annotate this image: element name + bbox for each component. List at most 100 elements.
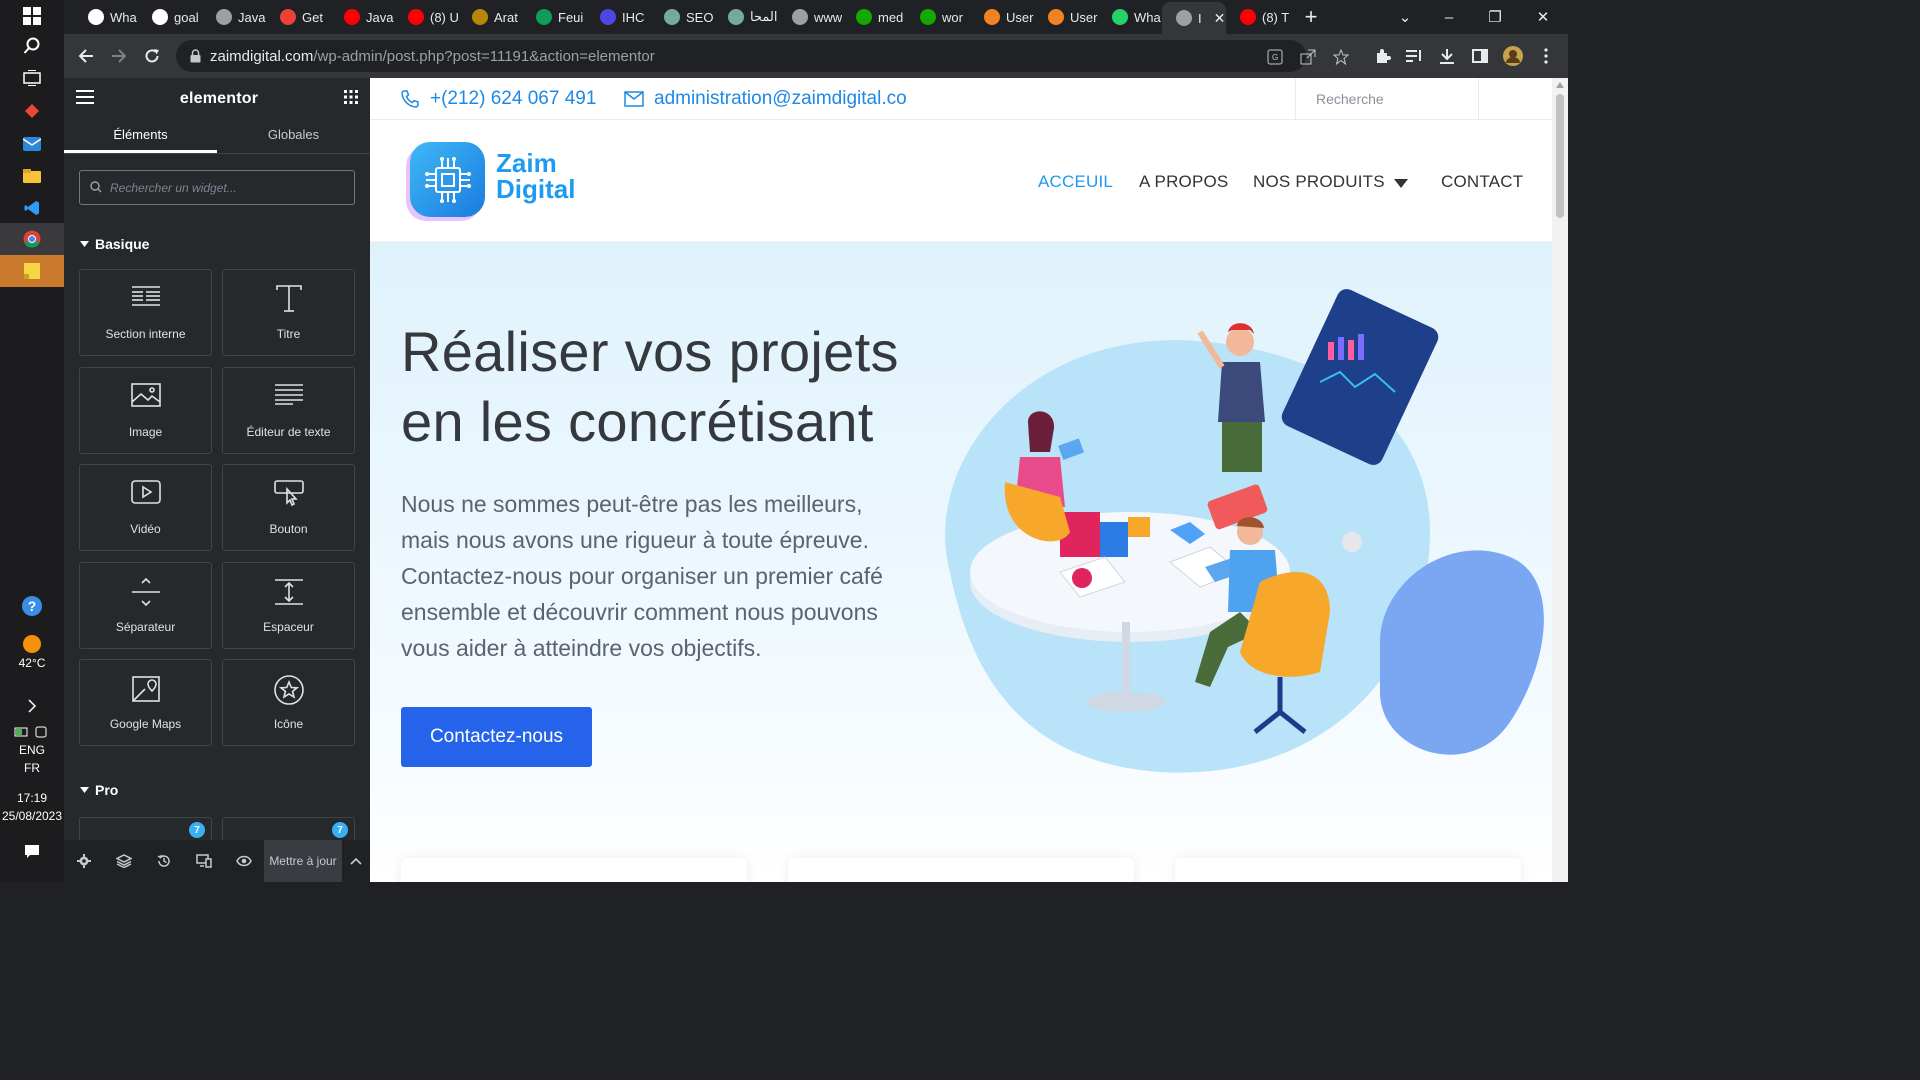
widget-icon[interactable]: Icône [222,659,355,746]
nav-contact[interactable]: CONTACT [1441,172,1523,192]
side-panel-icon[interactable] [1468,44,1492,68]
new-tab-icon[interactable]: + [1294,0,1328,34]
widget-inner-section[interactable]: Section interne [79,269,212,356]
browser-tab[interactable]: (8) U [394,4,458,30]
browser-tab[interactable]: SEO [650,4,714,30]
widget-text-editor[interactable]: Éditeur de texte [222,367,355,454]
phone-contact[interactable]: +(212) 624 067 491 [400,88,596,110]
tab-globals[interactable]: Globales [217,120,370,153]
tab-elements[interactable]: Éléments [64,120,217,153]
help-icon[interactable]: ? [0,590,64,622]
address-bar[interactable]: zaimdigital.com/wp-admin/post.php?post=1… [176,40,1349,72]
settings-gear-icon[interactable] [64,840,104,882]
circuit-chip-icon [424,156,471,203]
sticky-notes-icon[interactable] [0,255,64,287]
nav-nos-produits[interactable]: NOS PRODUITS [1253,172,1385,192]
nav-a-propos[interactable]: A PROPOS [1139,172,1228,192]
browser-tab[interactable]: User [970,4,1034,30]
task-view-icon[interactable] [0,62,64,94]
minimize-icon[interactable]: – [1426,0,1472,34]
browser-tab[interactable]: I ✕ [1162,2,1226,34]
browser-tab[interactable]: (8) T [1226,4,1290,30]
widget-image[interactable]: Image [79,367,212,454]
windows-start-icon[interactable] [0,0,64,32]
browser-tab[interactable]: Wha [1098,4,1162,30]
youtube-icon [408,9,424,25]
browser-tab-label: (8) T [1262,9,1290,25]
back-icon[interactable] [74,44,98,68]
translate-icon[interactable]: G [1266,48,1284,66]
widget-google-maps[interactable]: Google Maps [79,659,212,746]
profile-avatar-icon[interactable] [1501,44,1525,68]
file-explorer-icon[interactable] [0,160,64,192]
scrollbar-thumb[interactable] [1556,94,1564,218]
language-secondary[interactable]: FR [0,761,64,775]
browser-tab[interactable]: User [1034,4,1098,30]
browser-tab-label: Feui [558,9,584,25]
update-button[interactable]: Mettre à jour [264,840,342,882]
email-contact[interactable]: administration@zaimdigital.co [624,88,907,110]
vscode-icon[interactable] [0,192,64,224]
site-search-input[interactable]: Recherche [1295,78,1479,120]
mail-icon[interactable] [0,128,64,160]
nav-acceuil[interactable]: ACCEUIL [1038,172,1113,192]
lock-icon[interactable] [186,47,204,65]
language-primary[interactable]: ENG [0,743,64,757]
close-tab-icon[interactable]: ✕ [1214,10,1226,27]
chevron-up-icon[interactable] [342,840,370,882]
zaim-digital-logo[interactable] [410,142,485,217]
search-icon[interactable] [0,30,64,62]
category-basic[interactable]: Basique [80,236,149,252]
widget-search-input[interactable]: Rechercher un widget... [79,170,355,205]
category-pro[interactable]: Pro [80,782,118,798]
weather-temperature: 42°C [18,656,46,670]
browser-tab-label: Java [238,9,266,25]
widget-button[interactable]: Bouton [222,464,355,551]
navigator-layers-icon[interactable] [104,840,144,882]
tab-search-icon[interactable]: ⌄ [1382,0,1428,34]
page-scrollbar[interactable] [1552,78,1568,882]
extensions-icon[interactable] [1371,44,1395,68]
widget-heading[interactable]: Titre [222,269,355,356]
browser-tab[interactable]: wor [906,4,970,30]
widgets-grid-icon[interactable] [344,89,358,109]
browser-tab[interactable]: المحا [714,4,778,30]
preview-eye-icon[interactable] [224,840,264,882]
browser-tab[interactable]: Feui [522,4,586,30]
clock-date[interactable]: 25/08/2023 [0,809,64,823]
anydesk-icon[interactable] [0,95,64,127]
widget-video[interactable]: Vidéo [79,464,212,551]
browser-tab[interactable]: Java [202,4,266,30]
elementor-header: elementor [64,78,370,120]
hamburger-menu-icon[interactable] [76,89,94,109]
clock-time[interactable]: 17:19 [0,791,64,805]
caret-down-icon[interactable] [1394,179,1408,188]
logo-wordmark[interactable]: Zaim Digital [496,150,575,202]
forward-icon[interactable] [107,44,131,68]
browser-tab[interactable]: med [842,4,906,30]
browser-tab[interactable]: goal [138,4,202,30]
responsive-mode-icon[interactable] [184,840,224,882]
chrome-menu-icon[interactable] [1534,44,1558,68]
team-meeting-illustration [945,289,1544,773]
widget-divider[interactable]: Séparateur [79,562,212,649]
download-icon[interactable] [1435,44,1459,68]
chrome-icon[interactable] [0,223,64,255]
browser-tab[interactable]: Arat [458,4,522,30]
bookmark-star-icon[interactable] [1332,48,1350,66]
reading-list-icon[interactable] [1402,44,1426,68]
share-icon[interactable] [1299,48,1317,66]
widget-spacer[interactable]: Espaceur [222,562,355,649]
browser-tab[interactable]: Wha [74,4,138,30]
reload-icon[interactable] [140,44,164,68]
contact-us-button[interactable]: Contactez-nous [401,707,592,767]
close-window-icon[interactable]: ✕ [1520,0,1566,34]
history-icon[interactable] [144,840,184,882]
browser-tab[interactable]: www [778,4,842,30]
browser-tab[interactable]: Get [266,4,330,30]
browser-tab[interactable]: IHC [586,4,650,30]
notification-icon[interactable] [0,836,64,868]
browser-tab[interactable]: Java [330,4,394,30]
scroll-up-icon[interactable] [1556,82,1564,88]
restore-icon[interactable]: ❐ [1472,0,1518,34]
